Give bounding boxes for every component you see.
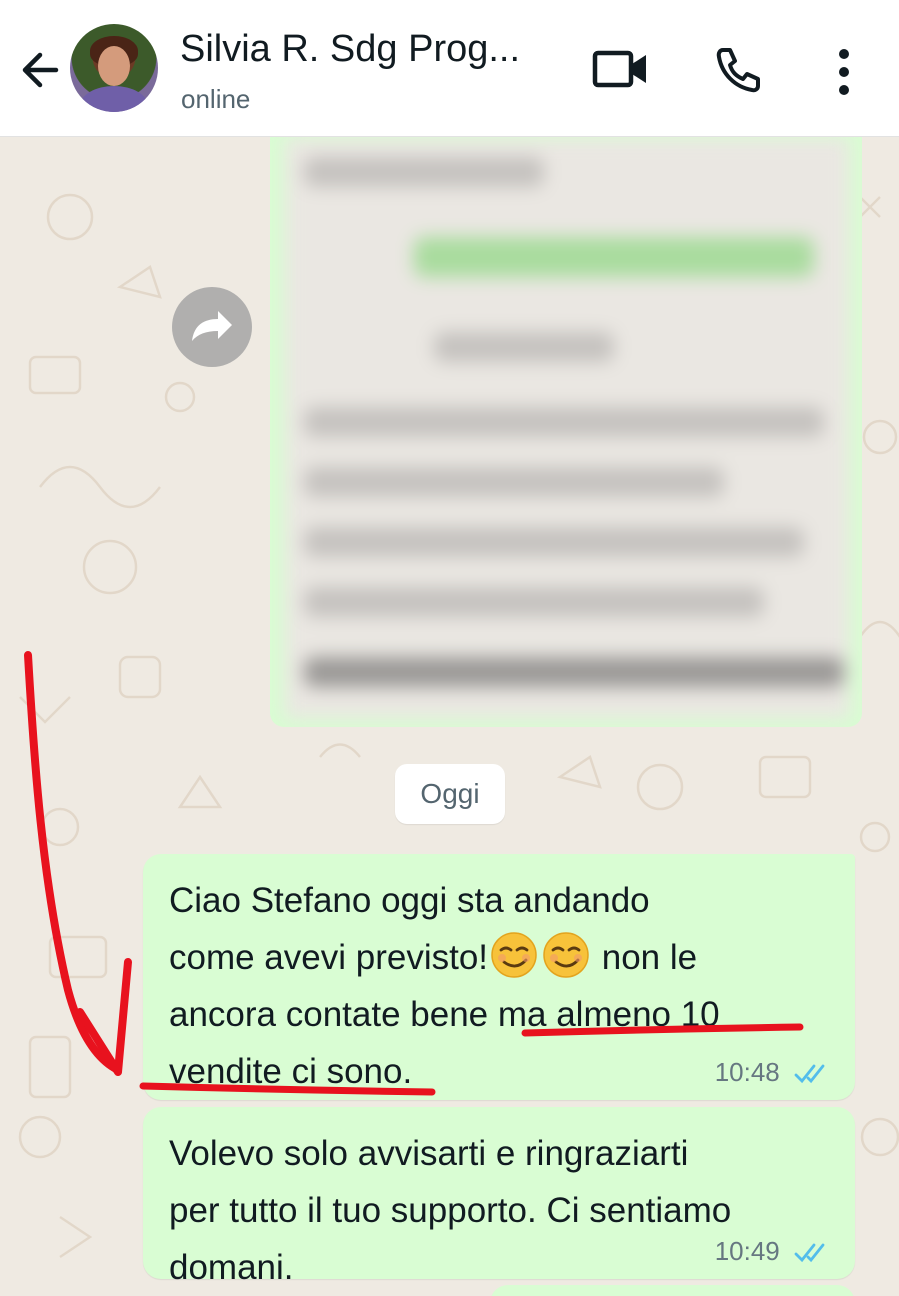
wink-smile-emoji bbox=[543, 932, 589, 978]
chat-area[interactable]: Oggi Ciao Stefano oggi sta andando come … bbox=[0, 137, 899, 1296]
message-meta: 10:48 bbox=[715, 1057, 833, 1088]
video-call-icon[interactable] bbox=[588, 46, 652, 92]
contact-name[interactable]: Silvia R. Sdg Prog... bbox=[180, 28, 520, 71]
message-line: come avevi previsto! non le bbox=[169, 929, 720, 986]
outgoing-message-partial[interactable] bbox=[490, 1285, 855, 1296]
message-text-segment: come avevi previsto! bbox=[169, 938, 489, 977]
wink-smile-emoji bbox=[491, 932, 537, 978]
outgoing-message[interactable]: Volevo solo avvisarti e ringraziarti per… bbox=[143, 1107, 855, 1287]
back-arrow-icon[interactable] bbox=[14, 40, 66, 100]
chat-header: Silvia R. Sdg Prog... online bbox=[0, 0, 899, 137]
message-meta: 10:49 bbox=[715, 1236, 833, 1267]
message-line: Volevo solo avvisarti e ringraziarti bbox=[169, 1134, 689, 1173]
message-time: 10:49 bbox=[714, 1236, 780, 1266]
message-text: Volevo solo avvisarti e ringraziarti per… bbox=[169, 1125, 731, 1296]
forward-icon[interactable] bbox=[172, 287, 252, 367]
forwarded-image-message[interactable] bbox=[270, 137, 862, 727]
date-separator: Oggi bbox=[395, 764, 505, 824]
message-line: ancora contate bene ma almeno 10 bbox=[169, 995, 720, 1034]
read-double-check-icon bbox=[794, 1064, 825, 1084]
message-time: 10:48 bbox=[714, 1057, 780, 1087]
avatar[interactable] bbox=[70, 24, 158, 112]
message-text: Ciao Stefano oggi sta andando come avevi… bbox=[169, 872, 720, 1100]
message-line: per tutto il tuo supporto. Ci sentiamo bbox=[169, 1191, 732, 1230]
read-double-check-icon bbox=[794, 1243, 825, 1263]
message-line: Ciao Stefano oggi sta andando bbox=[169, 881, 650, 920]
outgoing-message[interactable]: Ciao Stefano oggi sta andando come avevi… bbox=[143, 854, 855, 1100]
message-text-segment: non le bbox=[592, 938, 698, 977]
message-line: vendite ci sono. bbox=[169, 1052, 413, 1091]
blurred-image bbox=[284, 137, 850, 719]
more-vertical-icon[interactable] bbox=[826, 44, 862, 100]
contact-status: online bbox=[181, 84, 251, 114]
phone-icon[interactable] bbox=[710, 42, 766, 98]
